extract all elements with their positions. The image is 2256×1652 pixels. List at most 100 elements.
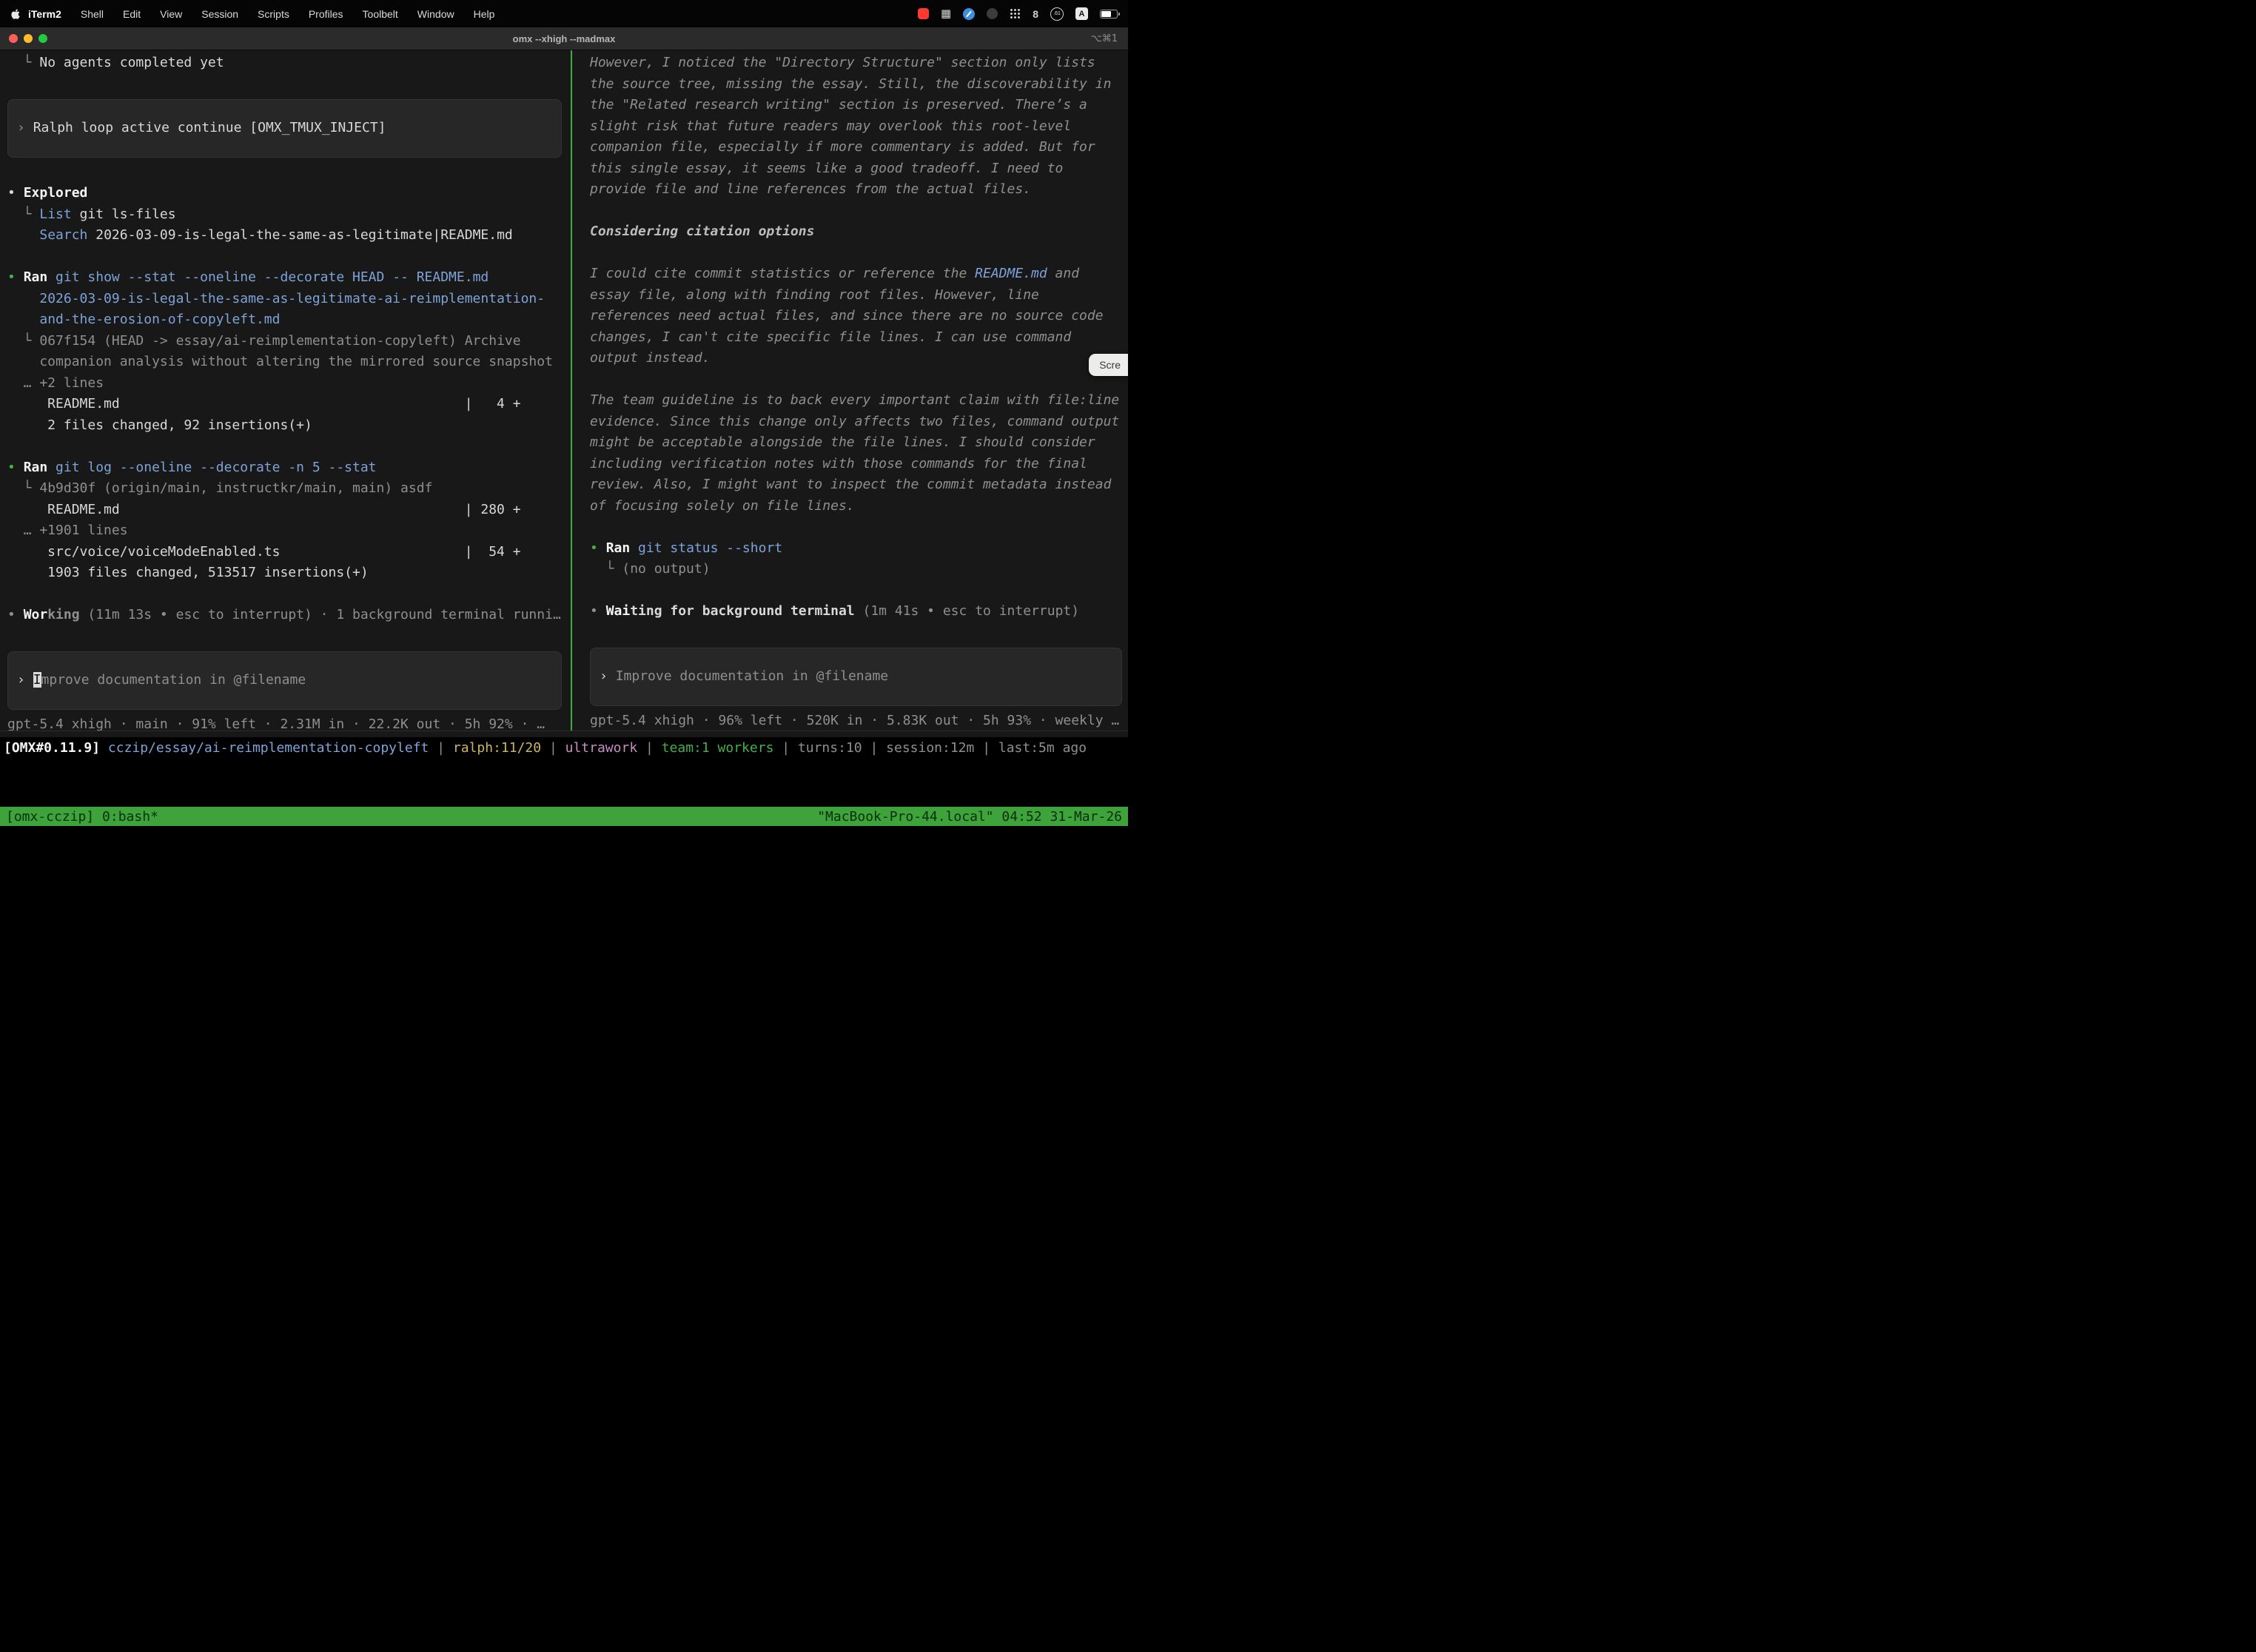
menu-item-toolbelt[interactable]: Toolbelt bbox=[363, 8, 398, 20]
text-segment: Search bbox=[39, 227, 87, 243]
menu-item-scripts[interactable]: Scripts bbox=[258, 8, 289, 20]
number-8-icon[interactable]: 8 bbox=[1033, 8, 1038, 20]
close-button[interactable] bbox=[9, 34, 18, 43]
window-shortcut-badge: ⌥⌘1 bbox=[1091, 33, 1118, 44]
text-segment: … +2 lines bbox=[7, 375, 104, 391]
text-segment: the "Related research writing" section i… bbox=[590, 97, 1087, 113]
terminal-line: └ (no output) bbox=[590, 559, 1128, 580]
text-segment: | bbox=[862, 740, 887, 756]
menu-item-edit[interactable]: Edit bbox=[123, 8, 141, 20]
menu-item-session[interactable]: Session bbox=[201, 8, 238, 20]
text-segment: (no output) bbox=[622, 561, 710, 577]
screen-notification[interactable]: Scre bbox=[1089, 354, 1128, 376]
text-segment: 067f154 (HEAD -> essay/ai-reimplementati… bbox=[39, 333, 520, 349]
ralph-inject-banner[interactable]: › Ralph loop active continue [OMX_TMUX_I… bbox=[7, 99, 562, 158]
terminal-line: … +1901 lines bbox=[7, 520, 571, 542]
apple-logo-icon[interactable] bbox=[10, 7, 22, 21]
screen-recording-icon[interactable] bbox=[918, 8, 929, 19]
text-segment: › bbox=[17, 672, 33, 688]
terminal-line: … +2 lines bbox=[7, 373, 571, 394]
text-segment: 2026-03-09-is-legal-the-same-as-legitima… bbox=[39, 291, 545, 306]
gauge-icon[interactable]: .61 bbox=[1050, 7, 1064, 21]
zoom-button[interactable] bbox=[38, 34, 47, 43]
terminal-line: gpt-5.4 xhigh · main · 91% left · 2.31M … bbox=[7, 714, 571, 731]
menu-item-profiles[interactable]: Profiles bbox=[309, 8, 343, 20]
terminal-pane-left[interactable]: └ No agents completed yet › Ralph loop a… bbox=[0, 50, 571, 731]
text-segment: Wor bbox=[24, 607, 48, 622]
terminal-line: this single essay, it seems like a good … bbox=[590, 158, 1128, 180]
menu-item-help[interactable]: Help bbox=[474, 8, 495, 20]
terminal-line: evidence. Since this change only affects… bbox=[590, 412, 1128, 433]
text-segment: • bbox=[7, 607, 24, 622]
text-segment: └ bbox=[7, 55, 39, 70]
box-line: › Ralph loop active continue [OMX_TMUX_I… bbox=[17, 118, 552, 139]
text-segment bbox=[47, 269, 56, 285]
menu-item-iterm2[interactable]: iTerm2 bbox=[28, 8, 61, 20]
window-title-bar[interactable]: omx --xhigh --madmax ⌥⌘1 bbox=[0, 27, 1128, 50]
text-segment: git ls-files bbox=[72, 206, 176, 222]
text-segment: essay file, along with finding root file… bbox=[590, 287, 1039, 303]
compass-icon[interactable] bbox=[963, 8, 975, 20]
text-segment: 2 files changed, 92 insertions(+) bbox=[7, 417, 312, 433]
text-segment: gpt-5.4 xhigh · main · 91% left · 2.31M … bbox=[7, 716, 545, 731]
blank-line bbox=[7, 74, 571, 95]
prompt-input[interactable]: › Improve documentation in @filename bbox=[590, 648, 1122, 706]
text-segment: I could cite commit statistics or refere… bbox=[590, 266, 975, 281]
terminal-line: I could cite commit statistics or refere… bbox=[590, 263, 1128, 285]
terminal-line: └ List git ls-files bbox=[7, 204, 571, 226]
text-segment: references need actual files, and since … bbox=[590, 308, 1104, 323]
text-segment: this single essay, it seems like a good … bbox=[590, 161, 1063, 176]
window-grid-icon[interactable]: ▦ bbox=[941, 8, 951, 19]
text-segment: including verification notes with those … bbox=[590, 456, 1087, 471]
menu-item-view[interactable]: View bbox=[160, 8, 182, 20]
terminal-line: Considering citation options bbox=[590, 221, 1128, 243]
text-segment: No agents completed yet bbox=[39, 55, 224, 70]
terminal-pane-right[interactable]: However, I noticed the "Directory Struct… bbox=[572, 50, 1128, 731]
text-segment bbox=[7, 227, 39, 243]
terminal-line: and-the-erosion-of-copyleft.md bbox=[7, 309, 571, 331]
keyboard-input-icon[interactable]: A bbox=[1075, 7, 1088, 20]
terminal-line: of focusing solely on file lines. bbox=[590, 496, 1128, 517]
dots-grid-icon[interactable] bbox=[1010, 8, 1021, 19]
text-segment: └ bbox=[7, 333, 39, 349]
blank-line bbox=[590, 622, 1128, 644]
text-segment: • bbox=[590, 540, 606, 556]
menu-item-shell[interactable]: Shell bbox=[81, 8, 104, 20]
dark-circle-icon[interactable] bbox=[987, 8, 998, 19]
text-segment: review. Also, I might want to inspect th… bbox=[590, 477, 1111, 492]
prompt-input[interactable]: › Improve documentation in @filename bbox=[7, 651, 562, 710]
terminal-line: Search 2026-03-09-is-legal-the-same-as-l… bbox=[7, 225, 571, 246]
text-segment: session:12m bbox=[886, 740, 974, 756]
text-segment: mprove documentation in @filename bbox=[41, 672, 306, 688]
text-segment: 2026-03-09-is-legal-the-same-as-legitima… bbox=[87, 227, 512, 243]
menu-bar: iTerm2 Shell Edit View Session Scripts Profile… bbox=[0, 0, 1128, 27]
menu-item-window[interactable]: Window bbox=[417, 8, 454, 20]
text-segment: [OMX#0.11.9] bbox=[4, 740, 108, 756]
minimize-button[interactable] bbox=[24, 34, 33, 43]
text-segment: … +1901 lines bbox=[7, 523, 128, 538]
terminal-line: The team guideline is to back every impo… bbox=[590, 390, 1128, 412]
text-segment: README.md bbox=[975, 266, 1047, 281]
battery-icon[interactable] bbox=[1100, 10, 1118, 19]
bottom-gap bbox=[0, 759, 1128, 807]
terminal-line: provide file and line references from th… bbox=[590, 179, 1128, 201]
terminal-line: gpt-5.4 xhigh · 96% left · 520K in · 5.8… bbox=[590, 711, 1128, 731]
text-segment: the source tree, missing the essay. Stil… bbox=[590, 76, 1111, 92]
blank-line bbox=[590, 243, 1128, 264]
text-segment: | bbox=[541, 740, 565, 756]
text-segment: ultrawork bbox=[565, 740, 638, 756]
terminal-line: README.md | 280 + bbox=[7, 500, 571, 521]
text-segment: | bbox=[974, 740, 998, 756]
terminal-line: the source tree, missing the essay. Stil… bbox=[590, 74, 1128, 95]
text-segment: › bbox=[17, 120, 33, 135]
text-segment: might be acceptable alongside the file l… bbox=[590, 434, 1095, 450]
terminal-area: └ No agents completed yet › Ralph loop a… bbox=[0, 50, 1128, 731]
text-segment: List bbox=[39, 206, 71, 222]
blank-line bbox=[590, 369, 1128, 391]
text-segment: turns:10 bbox=[798, 740, 862, 756]
text-segment: team:1 workers bbox=[662, 740, 774, 756]
text-segment: Ralph loop active continue [OMX_TMUX_INJ… bbox=[33, 120, 386, 135]
terminal-line: • Waiting for background terminal (1m 41… bbox=[590, 601, 1128, 622]
text-segment: └ bbox=[7, 206, 39, 222]
window-title: omx --xhigh --madmax bbox=[0, 33, 1128, 44]
